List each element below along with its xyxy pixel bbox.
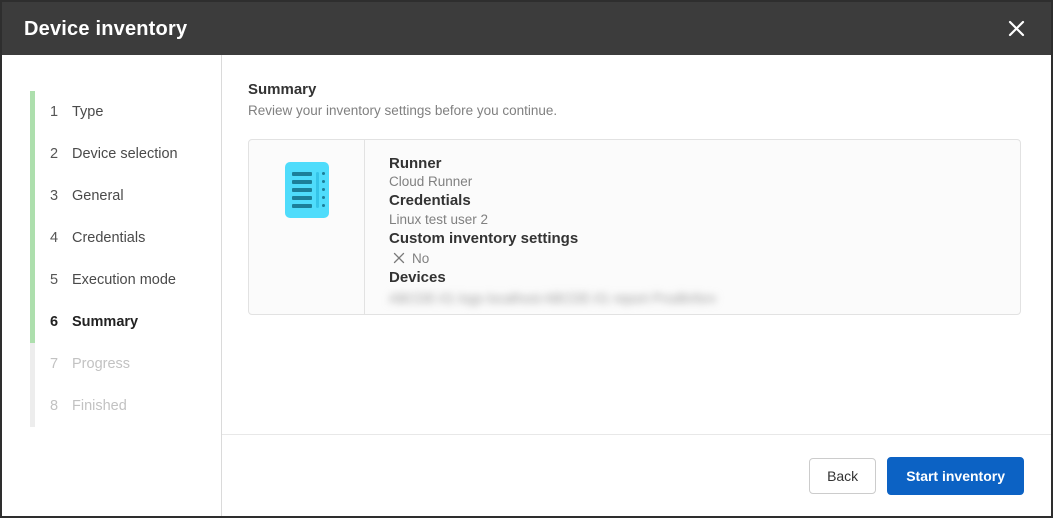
step-label: Summary [72, 314, 139, 330]
step-number: 5 [50, 272, 59, 288]
sidebar-step-general[interactable]: 3 General [32, 175, 221, 217]
step-number: 1 [50, 104, 59, 120]
inventory-document-icon [284, 161, 329, 218]
dialog-footer: Back Start inventory [222, 434, 1051, 516]
wizard-step-list: 1 Type 2 Device selection 3 General 4 Cr… [2, 91, 221, 427]
dialog-body: 1 Type 2 Device selection 3 General 4 Cr… [2, 55, 1051, 516]
summary-card-icon-pane [249, 139, 365, 314]
summary-key-custom-inventory-settings: Custom inventory settings [389, 229, 579, 247]
step-number: 6 [50, 314, 59, 330]
sidebar-step-device-selection[interactable]: 2 Device selection [32, 133, 221, 175]
dialog-titlebar: Device inventory [2, 2, 1051, 55]
x-mark-icon [393, 252, 405, 264]
page-title: Summary [248, 81, 317, 98]
step-number: 4 [50, 230, 59, 246]
step-label: Device selection [72, 146, 178, 162]
wizard-main: Summary Review your inventory settings b… [222, 55, 1051, 516]
sidebar-step-summary[interactable]: 6 Summary [32, 301, 221, 343]
summary-value-runner: Cloud Runner [389, 174, 473, 190]
close-icon[interactable] [999, 12, 1033, 46]
sidebar-step-finished: 8 Finished [32, 385, 221, 427]
step-number: 8 [50, 398, 59, 414]
summary-value-custom-inventory-settings: No [389, 250, 1020, 268]
step-label: Credentials [72, 230, 146, 246]
summary-card: Runner Cloud Runner Credentials Linux te… [248, 138, 1021, 315]
summary-value-text: No [412, 250, 430, 266]
step-label: Progress [72, 356, 131, 372]
summary-key-runner: Runner [389, 154, 442, 172]
step-number: 2 [50, 146, 59, 162]
step-number: 7 [50, 356, 59, 372]
step-label: Type [72, 104, 104, 120]
wizard-sidebar: 1 Type 2 Device selection 3 General 4 Cr… [2, 55, 222, 516]
summary-panel: Summary Review your inventory settings b… [222, 55, 1051, 434]
sidebar-step-execution-mode[interactable]: 5 Execution mode [32, 259, 221, 301]
step-label: General [72, 188, 124, 204]
page-subtitle: Review your inventory settings before yo… [248, 103, 558, 118]
device-inventory-dialog: Device inventory 1 Type 2 Device selecti… [0, 0, 1053, 518]
sidebar-step-type[interactable]: 1 Type [32, 91, 221, 133]
summary-card-content: Runner Cloud Runner Credentials Linux te… [365, 140, 1020, 314]
sidebar-step-credentials[interactable]: 4 Credentials [32, 217, 221, 259]
step-label: Execution mode [72, 272, 176, 288]
summary-value-credentials: Linux test user 2 [389, 211, 489, 227]
summary-key-devices: Devices [389, 269, 446, 287]
summary-value-devices-redacted: ABCDE-01 logs localhost ABCDE-01 report … [389, 291, 717, 307]
step-label: Finished [72, 398, 127, 414]
step-number: 3 [50, 188, 59, 204]
summary-key-credentials: Credentials [389, 192, 471, 210]
dialog-title: Device inventory [24, 17, 188, 40]
back-button[interactable]: Back [809, 457, 877, 494]
sidebar-step-progress: 7 Progress [32, 343, 221, 385]
start-inventory-button[interactable]: Start inventory [887, 456, 1024, 495]
